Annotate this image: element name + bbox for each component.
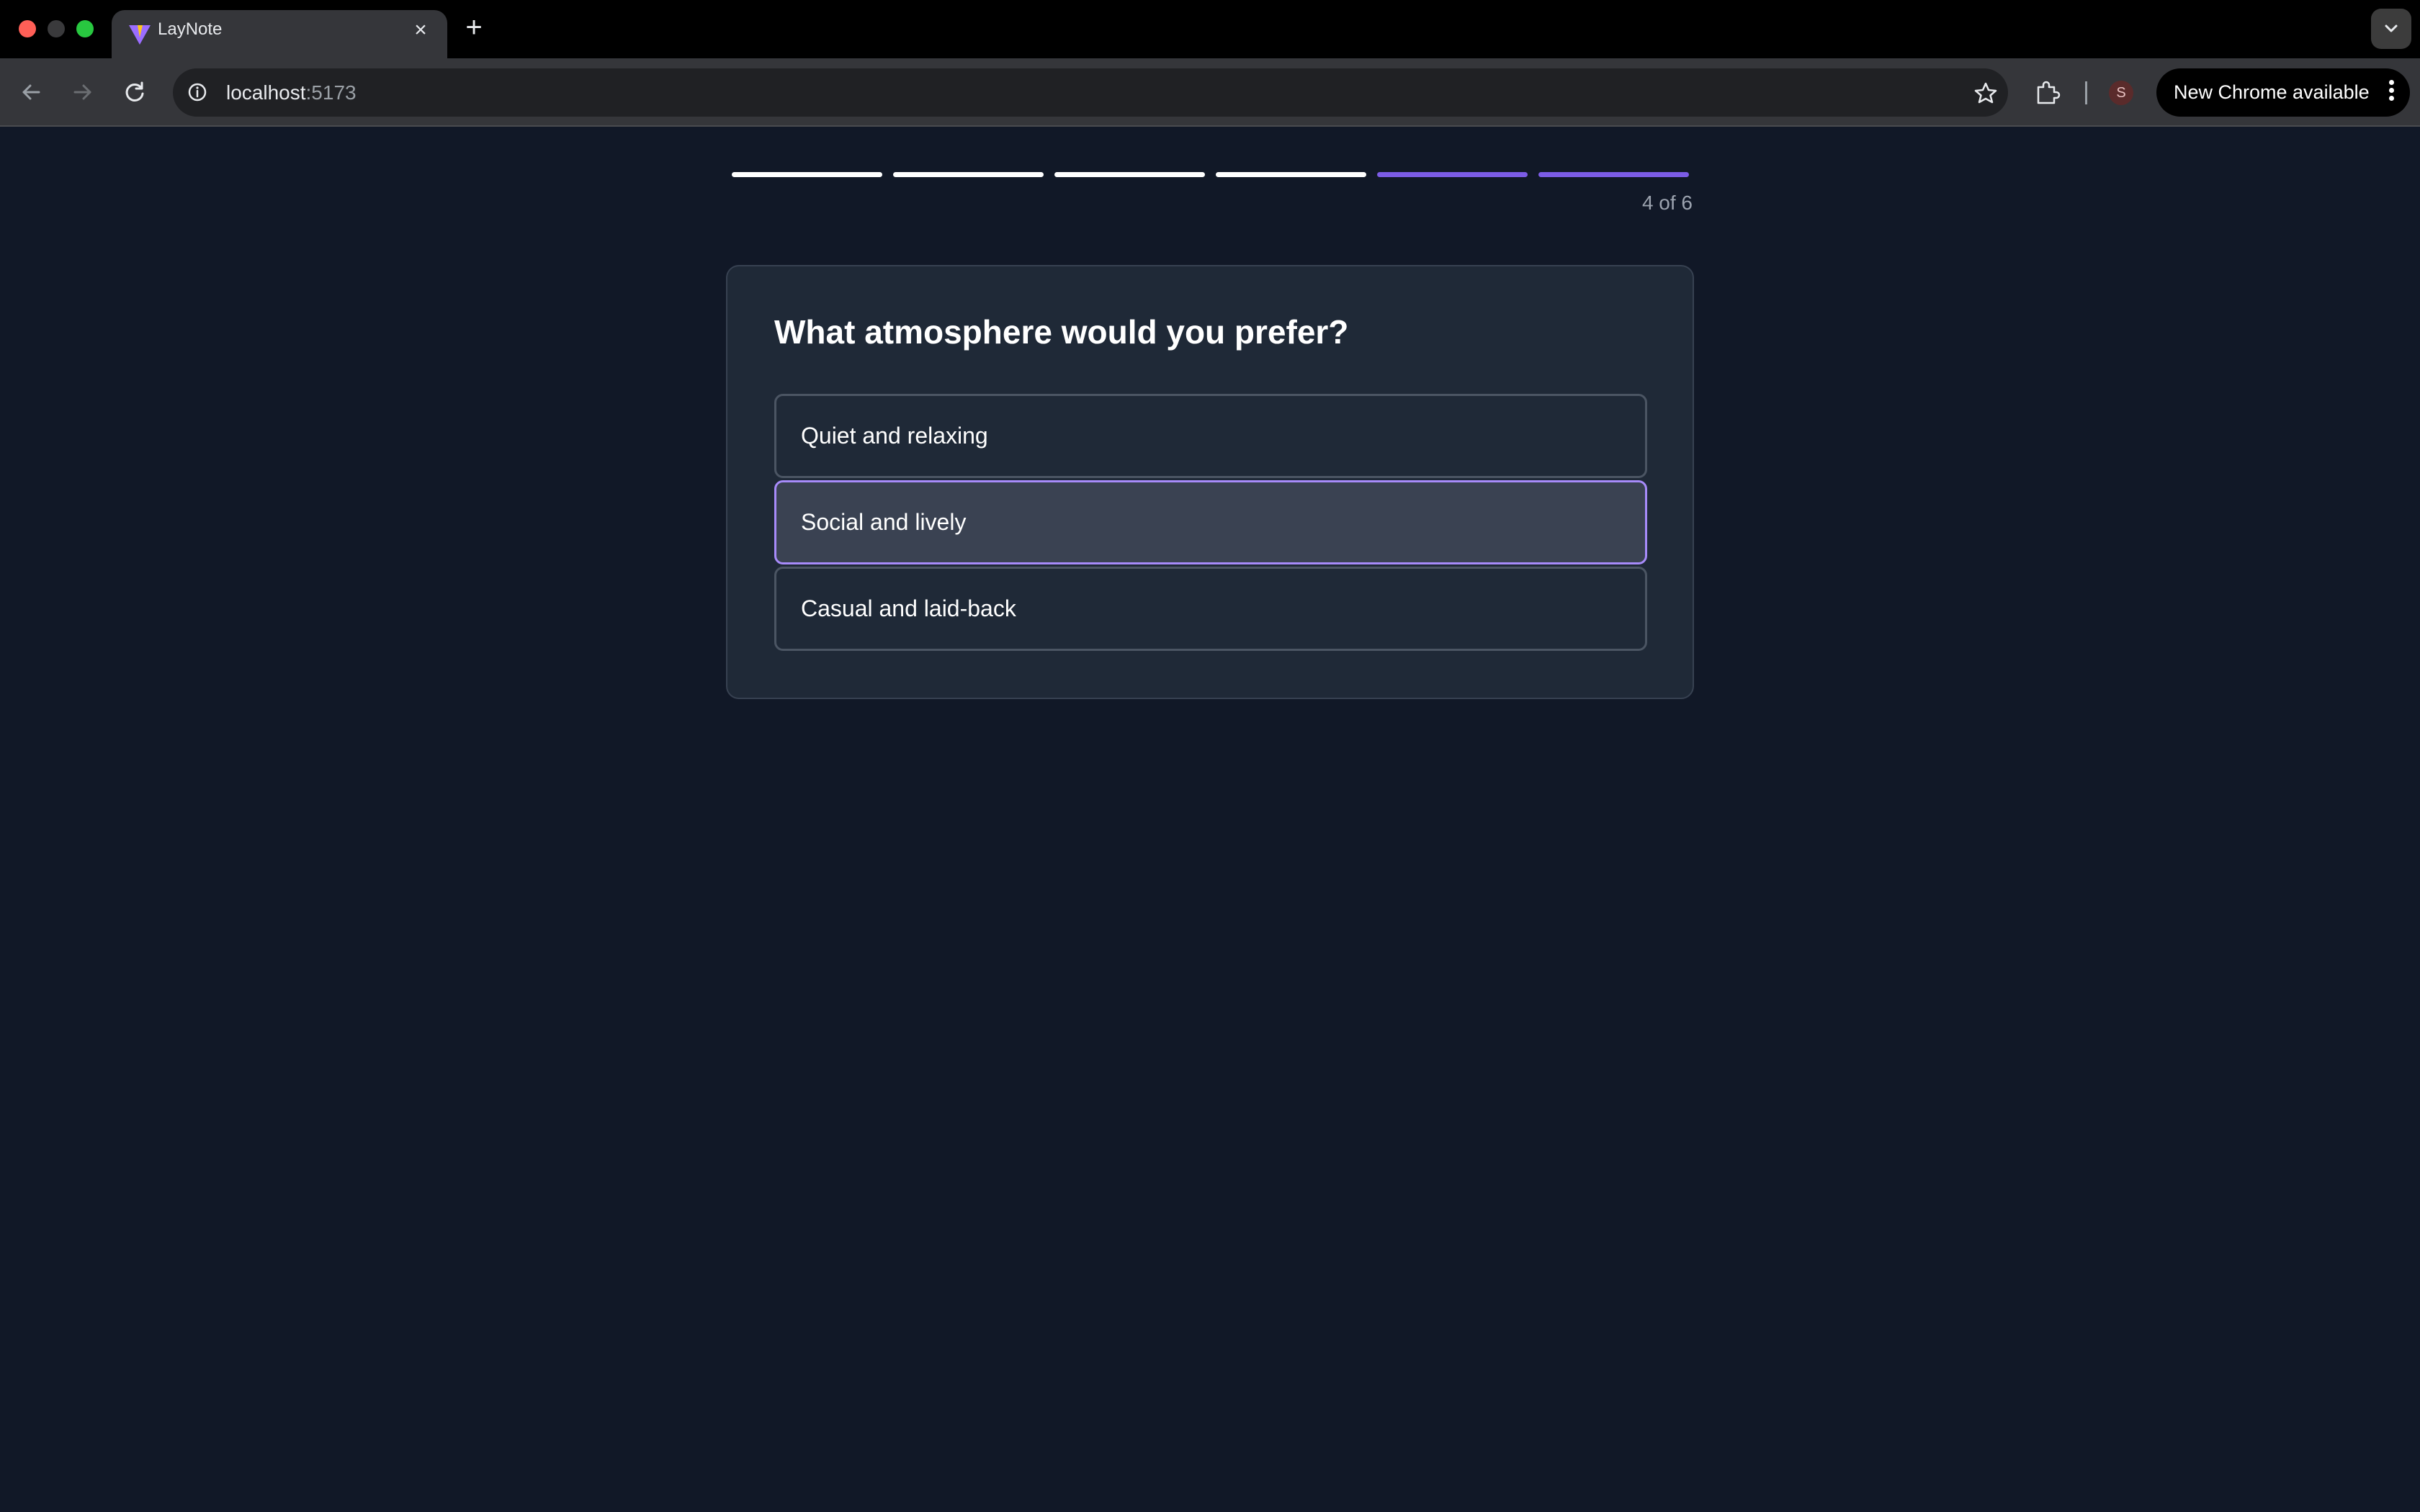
- progress-segment: [1054, 172, 1205, 177]
- progress-segment: [1377, 172, 1528, 177]
- plus-icon[interactable]: +: [461, 13, 487, 42]
- info-icon[interactable]: [186, 81, 209, 104]
- reload-icon[interactable]: [117, 74, 153, 110]
- option-casual-and-laid-back[interactable]: Casual and laid-back: [774, 567, 1647, 651]
- close-window-button[interactable]: [19, 20, 36, 37]
- extensions-puzzle-icon[interactable]: [2033, 77, 2063, 107]
- minimize-window-button[interactable]: [48, 20, 65, 37]
- url-host: localhost: [226, 81, 306, 104]
- chrome-update-button[interactable]: New Chrome available: [2156, 68, 2410, 117]
- browser-toolbar: localhost:5173 S New Chrome available: [0, 58, 2420, 127]
- question-title: What atmosphere would you prefer?: [774, 313, 1349, 351]
- address-bar[interactable]: localhost:5173: [173, 68, 2008, 117]
- step-counter: 4 of 6: [1641, 192, 1693, 214]
- progress-segment: [732, 172, 882, 177]
- browser-tab-strip: LayNote × +: [0, 0, 2420, 58]
- vite-favicon-icon: [129, 25, 151, 45]
- question-card: What atmosphere would you prefer? Quiet …: [726, 265, 1694, 699]
- option-social-and-lively[interactable]: Social and lively: [774, 480, 1647, 564]
- tab-title: LayNote: [158, 19, 223, 39]
- toolbar-divider: [2085, 81, 2087, 104]
- chevron-down-icon: [2385, 24, 2398, 32]
- kebab-menu-icon[interactable]: [2387, 80, 2396, 106]
- url-text: localhost:5173: [226, 68, 357, 117]
- progress-segment: [893, 172, 1044, 177]
- tab-search-button[interactable]: [2371, 9, 2411, 49]
- option-quiet-and-relaxing[interactable]: Quiet and relaxing: [774, 394, 1647, 478]
- star-icon[interactable]: [1973, 81, 1998, 105]
- update-label: New Chrome available: [2174, 81, 2370, 103]
- quiz-progress-bar: [732, 172, 1689, 178]
- progress-segment: [1538, 172, 1689, 177]
- back-arrow-icon[interactable]: [13, 74, 49, 110]
- profile-avatar[interactable]: S: [2109, 81, 2133, 105]
- forward-arrow-icon[interactable]: [65, 74, 101, 110]
- close-icon[interactable]: ×: [411, 19, 431, 41]
- maximize-window-button[interactable]: [76, 20, 94, 37]
- progress-segment: [1216, 172, 1366, 177]
- browser-tab-active[interactable]: LayNote ×: [112, 10, 447, 58]
- url-port: :5173: [305, 81, 357, 104]
